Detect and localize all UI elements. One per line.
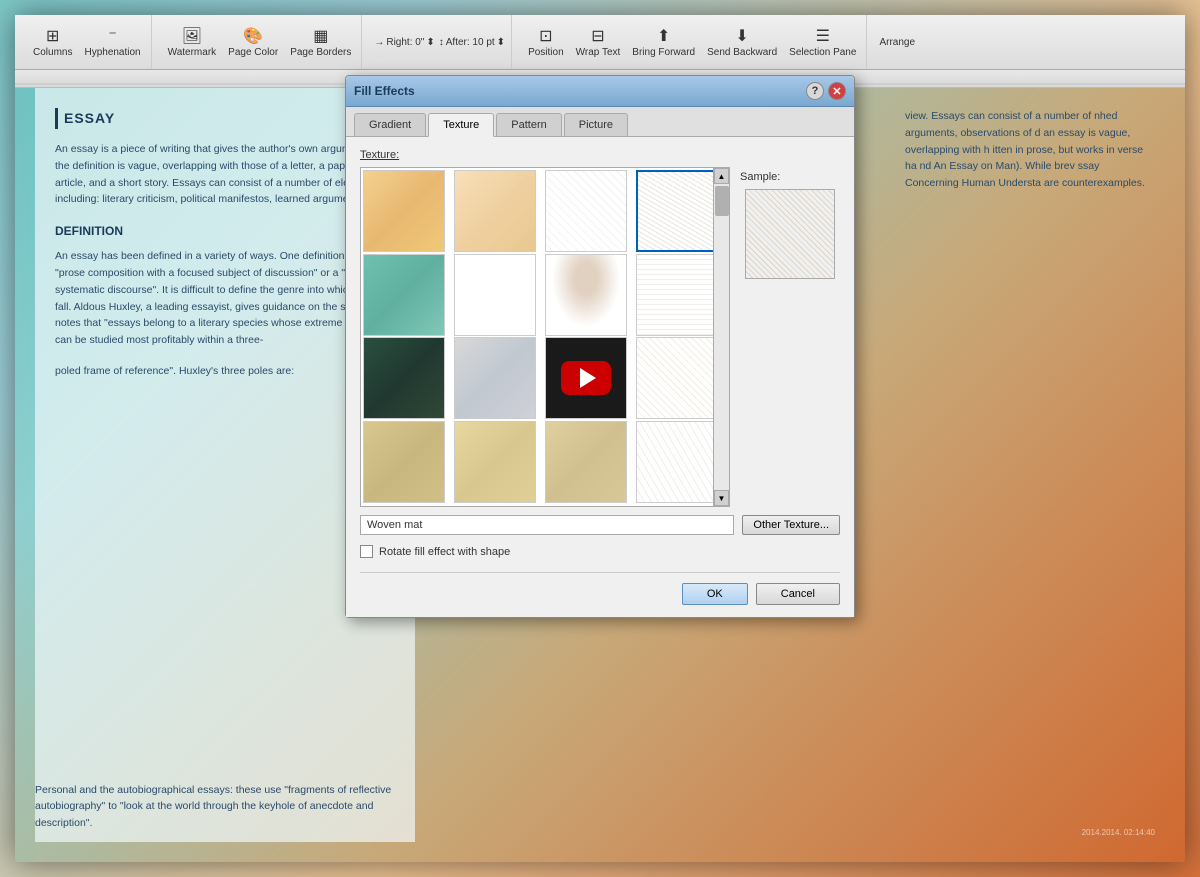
dialog-controls: ? ✕ [806,82,846,100]
texture-grid-wrapper: ▲ ▼ Sample: [360,167,840,507]
play-icon-inner [580,368,596,388]
scroll-down-arrow[interactable]: ▼ [714,490,729,506]
texture-cell-1[interactable] [363,170,445,252]
scroll-thumb[interactable] [715,186,729,216]
sample-texture [746,190,834,278]
scroll-up-arrow[interactable]: ▲ [714,168,729,184]
tab-gradient[interactable]: Gradient [354,113,426,136]
texture-cell-6[interactable] [454,254,536,336]
texture-cell-11[interactable] [545,337,627,419]
dialog-overlay: Fill Effects ? ✕ Gradient Texture Patter… [15,15,1185,862]
texture-cell-7[interactable] [545,254,627,336]
rotate-fill-checkbox[interactable] [360,545,373,558]
texture-grid [361,168,729,506]
youtube-button-inner[interactable] [561,361,611,395]
texture-name-row: Other Texture... [360,515,840,535]
fill-effects-dialog: Fill Effects ? ✕ Gradient Texture Patter… [345,75,855,618]
tab-texture[interactable]: Texture [428,113,494,137]
other-texture-button[interactable]: Other Texture... [742,515,840,535]
texture-cell-13[interactable] [363,421,445,503]
texture-cell-10[interactable] [454,337,536,419]
checkbox-row: Rotate fill effect with shape [360,545,840,558]
texture-cell-4[interactable] [636,170,718,252]
texture-cell-3[interactable] [545,170,627,252]
dialog-titlebar: Fill Effects ? ✕ [346,76,854,107]
ok-button[interactable]: OK [682,583,748,605]
texture-cell-5[interactable] [363,254,445,336]
dialog-title: Fill Effects [354,84,415,98]
texture-cell-14[interactable] [454,421,536,503]
dialog-body: Texture: [346,137,854,617]
sample-area: Sample: [740,167,840,507]
texture-cell-16[interactable] [636,421,718,503]
texture-cell-8[interactable] [636,254,718,336]
texture-section-label: Texture: [360,149,840,161]
tab-pattern[interactable]: Pattern [496,113,561,136]
sample-label: Sample: [740,171,780,183]
dialog-buttons: OK Cancel [360,572,840,605]
sample-box [745,189,835,279]
cancel-button[interactable]: Cancel [756,583,840,605]
texture-grid-container: ▲ ▼ [360,167,730,507]
texture-name-field[interactable] [360,515,734,535]
dialog-close-button[interactable]: ✕ [828,82,846,100]
dialog-tabs: Gradient Texture Pattern Picture [346,107,854,137]
tab-picture[interactable]: Picture [564,113,628,136]
polaroid-frame: ⊞ Columns ⁻ Hyphenation 🖼 Watermark 🎨 Pa… [15,15,1185,862]
dialog-help-button[interactable]: ? [806,82,824,100]
texture-cell-9[interactable] [363,337,445,419]
rotate-fill-label: Rotate fill effect with shape [379,546,510,558]
scroll-track [714,184,729,490]
texture-cell-15[interactable] [545,421,627,503]
texture-cell-2[interactable] [454,170,536,252]
texture-grid-scrollbar[interactable]: ▲ ▼ [713,168,729,506]
texture-cell-12[interactable] [636,337,718,419]
